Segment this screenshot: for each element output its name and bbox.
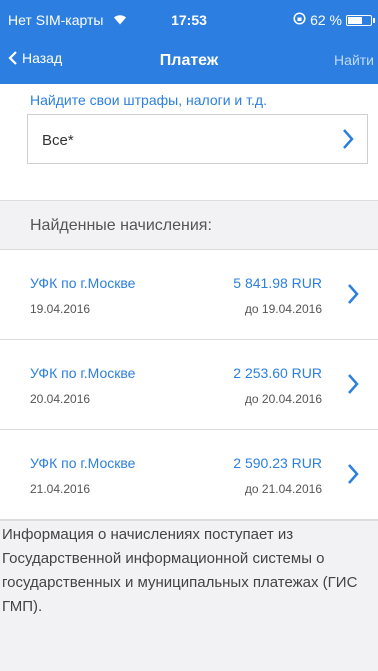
status-bar: Нет SIM-карты 17:53 62 % [0,0,378,40]
charge-row[interactable]: УФК по г.Москве 20.04.2016 2 253.60 RUR … [0,340,378,430]
charge-org: УФК по г.Москве [30,365,136,381]
battery-fill [348,16,362,24]
charge-due: до 19.04.2016 [244,302,322,316]
status-right: 62 % [293,12,375,28]
charge-due: до 20.04.2016 [244,392,322,406]
charge-amount: 2 590.23 RUR [233,455,322,471]
chevron-right-icon [341,126,355,157]
found-charges-label: Найденные начисления: [30,217,212,234]
rotation-lock-icon [293,12,306,28]
search-hint: Найдите свои штрафы, налоги и т.д. [30,92,267,108]
charge-date: 19.04.2016 [30,302,91,316]
charge-amount: 2 253.60 RUR [233,365,322,381]
charge-row[interactable]: УФК по г.Москве 21.04.2016 2 590.23 RUR … [0,430,378,520]
find-button[interactable]: Найти [334,52,374,68]
page-title: Платеж [159,52,219,69]
navigation-bar: Назад Платеж Найти [0,40,378,84]
battery-icon [346,14,375,26]
charge-amount: 5 841.98 RUR [233,275,322,291]
found-charges-header: Найденные начисления: [0,200,378,250]
info-text: Информация о начислениях поступает из Го… [0,520,378,671]
charge-date: 21.04.2016 [30,482,91,496]
header: Нет SIM-карты 17:53 62 % Назад Платеж На… [0,0,378,84]
charge-org: УФК по г.Москве [30,455,136,471]
chevron-right-icon [346,281,360,312]
category-value: Все* [42,132,74,149]
charge-date: 20.04.2016 [30,392,91,406]
search-section: Найдите свои штрафы, налоги и т.д. Все* [0,84,378,200]
charge-org: УФК по г.Москве [30,275,136,291]
category-selector[interactable]: Все* [27,114,368,164]
charge-row[interactable]: УФК по г.Москве 19.04.2016 5 841.98 RUR … [0,250,378,340]
charge-due: до 21.04.2016 [244,482,322,496]
battery-percent: 62 % [310,12,342,28]
chevron-right-icon [346,371,360,402]
charges-list: УФК по г.Москве 19.04.2016 5 841.98 RUR … [0,250,378,520]
chevron-right-icon [346,461,360,492]
